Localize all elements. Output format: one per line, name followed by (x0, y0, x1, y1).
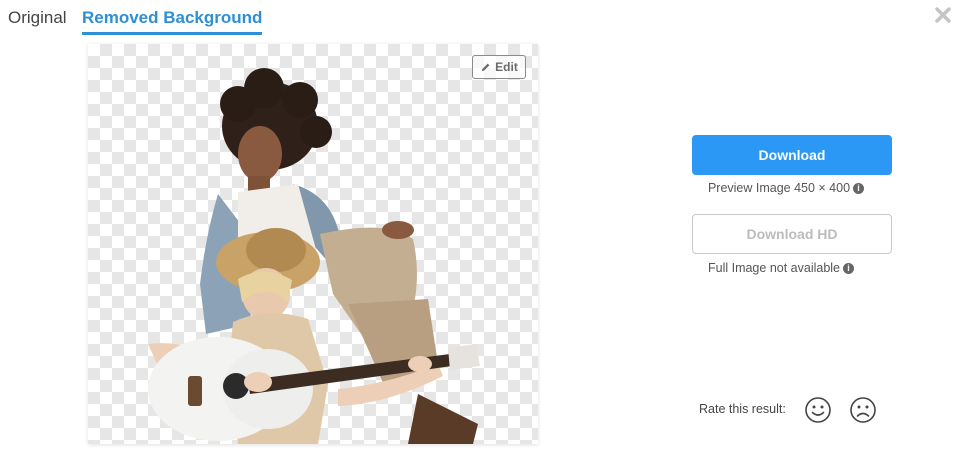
smiley-happy-icon[interactable] (804, 396, 832, 424)
preview-size-note: Preview Image 450 × 400 i (686, 181, 886, 195)
full-image-note: Full Image not available i (681, 261, 881, 275)
download-button[interactable]: Download (692, 135, 892, 175)
tab-original[interactable]: Original (8, 8, 67, 28)
pencil-icon (481, 63, 490, 71)
close-icon[interactable] (930, 2, 956, 28)
tab-removed-background[interactable]: Removed Background (82, 8, 263, 35)
rating-label: Rate this result: (699, 402, 786, 416)
cutout-photo (148, 68, 480, 444)
info-icon[interactable]: i (853, 183, 865, 195)
full-image-text: Full Image not available (707, 261, 841, 275)
preview-size-text: Preview Image 450 × 400 (707, 181, 851, 195)
edit-button[interactable]: Edit (472, 55, 526, 79)
smiley-sad-icon[interactable] (849, 396, 877, 424)
result-preview: Edit (88, 44, 538, 444)
edit-button-label: Edit (495, 60, 518, 74)
download-hd-button[interactable]: Download HD (692, 214, 892, 254)
info-icon[interactable]: i (843, 263, 855, 275)
